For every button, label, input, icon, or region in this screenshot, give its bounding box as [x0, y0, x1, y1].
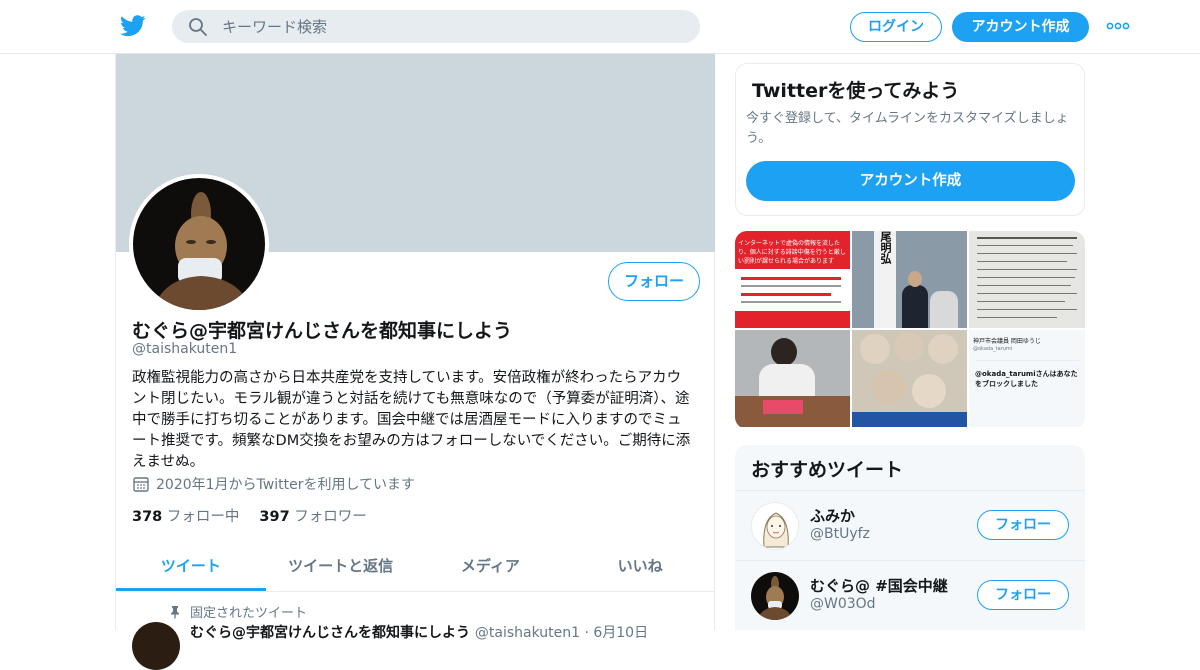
search-input[interactable] — [222, 10, 682, 43]
signup-card-text: 今すぐ登録して、タイムラインをカスタマイズしましょう。 — [746, 111, 1069, 146]
media-tile-6-text: @okada_tarumiさんはあなたをブロックしました — [975, 360, 1079, 420]
tab-media[interactable]: メディア — [416, 542, 566, 591]
media-tile-5[interactable] — [852, 330, 967, 427]
suggested-user-name: むぐら@ #国会中継 — [810, 577, 948, 595]
profile-stats: 378 フォロー中 397 フォロワー — [132, 505, 367, 526]
media-tile-2[interactable]: 尾明弘 — [852, 231, 967, 328]
follow-button[interactable]: フォロー — [608, 262, 700, 301]
suggested-tweets-title: おすすめツイート — [751, 459, 904, 481]
media-tile-3[interactable] — [969, 231, 1085, 328]
joined-date: 2020年1月からTwitterを利用しています — [132, 474, 415, 494]
illustrated-girl-avatar-icon — [763, 512, 789, 548]
avatar-statue-image — [133, 178, 265, 310]
signup-button[interactable]: アカウント作成 — [952, 12, 1089, 42]
followers-stat[interactable]: 397 フォロワー — [259, 505, 366, 526]
media-tile-2-text: 尾明弘 — [874, 231, 896, 328]
media-tile-6[interactable]: 神戸市会議員 岡田ゆうじ @okada_tarumi @okada_tarumi… — [969, 330, 1085, 427]
tab-tweets-and-replies[interactable]: ツイートと返信 — [266, 542, 416, 591]
suggested-tweets: おすすめツイート ふみか @BtUyfz フォロー むぐら@ #国会中継 @W0… — [735, 445, 1085, 630]
media-tile-6-header: 神戸市会議員 岡田ゆうじ — [973, 338, 1041, 345]
profile-column: フォロー むぐら@宇都宮けんじさんを都知事にしよう @taishakuten1 … — [115, 54, 715, 670]
suggested-follow-button[interactable]: フォロー — [977, 510, 1069, 540]
suggested-follow-button[interactable]: フォロー — [977, 580, 1069, 610]
tab-tweets[interactable]: ツイート — [116, 542, 266, 591]
following-label: フォロー中 — [166, 509, 240, 525]
media-tile-1[interactable]: インターネットで虚偽の情報を流したり、個人に対する誹謗中傷を行うと厳しい罰則が課… — [735, 231, 850, 328]
profile-tabs: ツイート ツイートと返信 メディア いいね — [116, 542, 715, 592]
suggested-user-row[interactable]: ふみか @BtUyfz フォロー — [735, 490, 1085, 560]
top-bar: ログイン アカウント作成 — [0, 0, 1200, 54]
media-tile-6-handle: @okada_tarumi — [973, 346, 1013, 352]
following-count: 378 — [132, 509, 163, 525]
twitter-logo-icon[interactable] — [120, 14, 146, 38]
followers-count: 397 — [259, 509, 290, 525]
joined-text: 2020年1月からTwitterを利用しています — [156, 477, 416, 493]
tweet-avatar[interactable] — [132, 622, 180, 670]
suggested-user-avatar[interactable] — [751, 572, 799, 620]
pinned-tweet-name: むぐら@宇都宮けんじさんを都知事にしよう — [190, 625, 470, 641]
pinned-tweet-meta: @taishakuten1 · 6月10日 — [474, 625, 649, 641]
media-tile-1-text: インターネットで虚偽の情報を流したり、個人に対する誹謗中傷を行うと厳しい罰則が課… — [735, 231, 850, 269]
search-box[interactable] — [172, 10, 700, 43]
profile-handle[interactable]: @taishakuten1 — [132, 341, 237, 357]
pin-icon — [171, 605, 179, 618]
signup-card-button[interactable]: アカウント作成 — [746, 161, 1075, 201]
media-grid: インターネットで虚偽の情報を流したり、個人に対する誹謗中傷を行うと厳しい罰則が課… — [735, 231, 1085, 429]
calendar-icon — [133, 477, 149, 492]
suggested-user-handle: @BtUyfz — [810, 526, 870, 542]
suggested-user-row[interactable]: むぐら@ #国会中継 @W03Od フォロー — [735, 560, 1085, 630]
more-options-icon[interactable] — [1106, 18, 1130, 34]
search-icon — [189, 18, 207, 36]
suggested-user-handle: @W03Od — [810, 596, 876, 612]
suggested-user-avatar[interactable] — [751, 502, 799, 550]
profile-bio: 政権監視能力の高さから日本共産党を支持しています。安倍政権が終わったらアカウント… — [132, 370, 691, 470]
signup-card: Twitterを使ってみよう 今すぐ登録して、タイムラインをカスタマイズしましょ… — [735, 63, 1085, 216]
pinned-tweet-label: 固定されたツイート — [168, 602, 307, 621]
followers-label: フォロワー — [294, 509, 367, 525]
tab-likes[interactable]: いいね — [565, 542, 715, 591]
pinned-label-text: 固定されたツイート — [190, 606, 308, 621]
profile-avatar[interactable] — [129, 174, 269, 314]
signup-card-title: Twitterを使ってみよう — [752, 80, 960, 102]
profile-display-name: むぐら@宇都宮けんじさんを都知事にしよう — [132, 320, 513, 342]
pinned-tweet-header[interactable]: むぐら@宇都宮けんじさんを都知事にしよう @taishakuten1 · 6月1… — [190, 622, 648, 642]
login-button[interactable]: ログイン — [850, 12, 942, 42]
media-tile-4[interactable] — [735, 330, 850, 427]
following-stat[interactable]: 378 フォロー中 — [132, 505, 239, 526]
suggested-user-name: ふみか — [810, 507, 856, 525]
statue-avatar-icon — [757, 576, 793, 620]
